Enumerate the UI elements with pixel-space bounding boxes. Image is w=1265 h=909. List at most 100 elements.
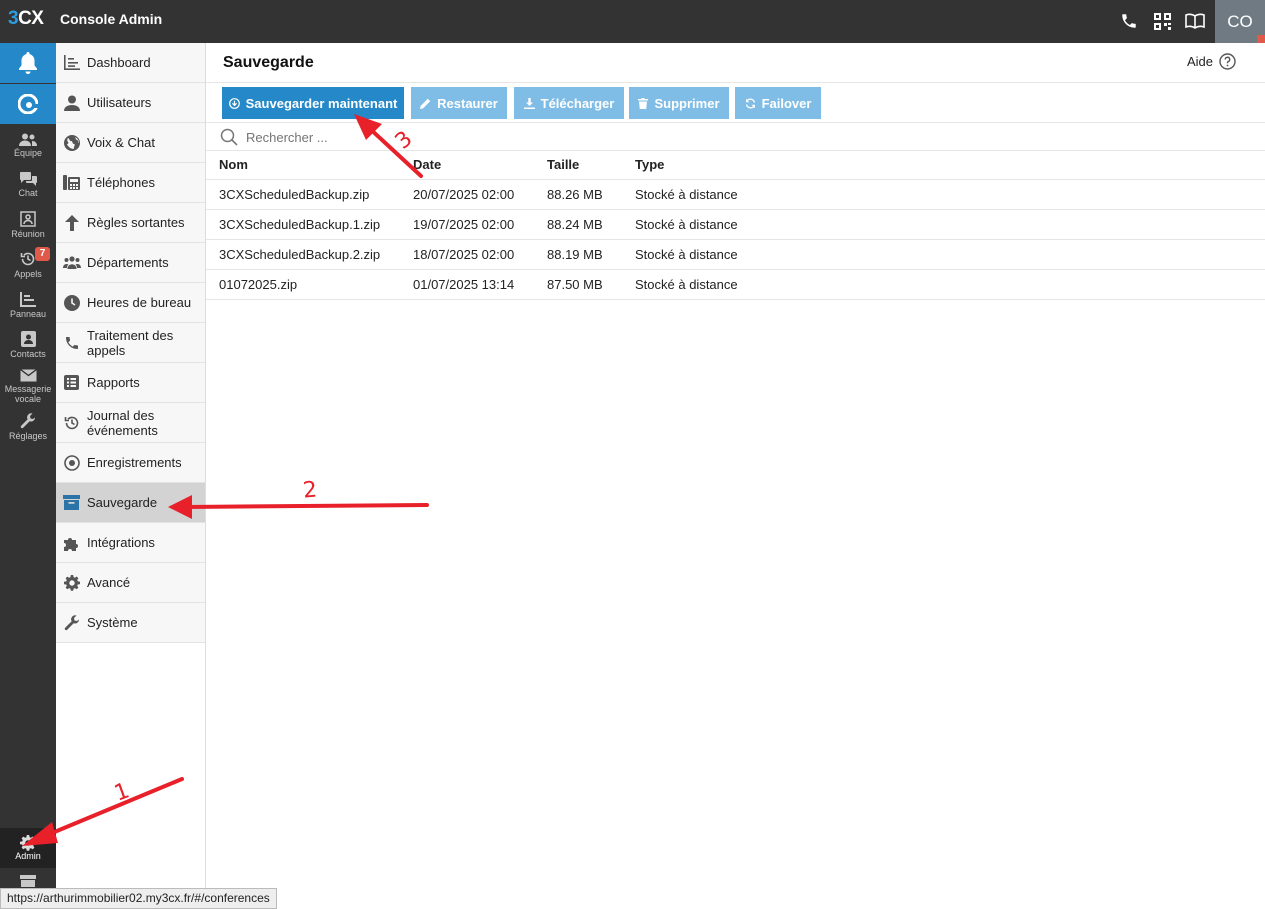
nav-item-call-handling[interactable]: Traitement des appels [56,323,205,363]
nav-item-integrations[interactable]: Intégrations [56,523,205,563]
3cx-logo[interactable]: 3CX [8,8,44,30]
report-icon [64,375,79,390]
puzzle-icon [63,537,78,551]
download-circle-icon [228,97,240,109]
rail-item-admin[interactable]: Admin [0,828,56,868]
table-row[interactable]: 01072025.zip 01/07/2025 13:14 87.50 MB S… [206,270,1265,300]
column-header-type[interactable]: Type [635,150,664,180]
divider [206,82,1265,83]
departments-icon [62,256,81,269]
contacts-icon [20,331,36,347]
cell-size: 88.26 MB [547,187,603,202]
page-title: Sauvegarde [223,54,314,71]
cell-name: 01072025.zip [219,277,298,292]
download-button[interactable]: Télécharger [514,87,624,119]
cell-date: 18/07/2025 02:00 [413,247,515,262]
nav-item-voice-chat[interactable]: Voix & Chat [56,123,205,163]
clock-icon [63,294,80,311]
status-dot [1257,35,1265,43]
globe-icon [63,134,80,151]
phone-handset-icon [65,336,78,349]
main-content: Sauvegarde Aide Sauvegarder maintenant R… [206,43,1265,909]
rail-item-calls[interactable]: Appels 7 [0,245,56,285]
pencil-icon [420,98,431,109]
phone-icon[interactable] [1117,9,1141,33]
rail-item-contacts[interactable]: Contacts [0,325,56,365]
column-header-size[interactable]: Taille [547,150,579,180]
table-row[interactable]: 3CXScheduledBackup.1.zip 19/07/2025 02:0… [206,210,1265,240]
nav-item-system[interactable]: Système [56,603,205,643]
nav-item-outbound-rules[interactable]: Règles sortantes [56,203,205,243]
trash-icon [638,97,649,109]
archive-icon [63,495,80,510]
cell-type: Stocké à distance [635,247,738,262]
column-header-date[interactable]: Date [413,150,441,180]
refresh-icon [745,98,755,108]
nav-item-backup[interactable]: Sauvegarde [56,483,205,523]
rail-item-team[interactable]: Équipe [0,125,56,165]
record-icon [63,454,80,471]
notifications-button[interactable] [0,43,56,83]
dashboard-icon [63,55,80,70]
admin-nav: Dashboard Utilisateurs Voix & Chat Télép… [56,43,206,909]
cell-name: 3CXScheduledBackup.2.zip [219,247,381,262]
cell-name: 3CXScheduledBackup.1.zip [219,217,381,232]
cell-size: 88.19 MB [547,247,603,262]
team-icon [19,133,37,146]
phone-desk-icon [63,175,80,190]
backup-table: Nom Date Taille Type 3CXScheduledBackup.… [206,150,1265,300]
help-icon [1219,53,1236,70]
rail-item-panel[interactable]: Panneau [0,285,56,325]
panel-icon [20,291,36,307]
nav-item-reports[interactable]: Rapports [56,363,205,403]
cell-name: 3CXScheduledBackup.zip [219,187,370,202]
help-link[interactable]: Aide [1187,53,1236,70]
mail-icon [19,368,37,381]
backup-now-button[interactable]: Sauvegarder maintenant [222,87,404,119]
nav-item-phones[interactable]: Téléphones [56,163,205,203]
avatar[interactable]: CO [1215,0,1265,43]
restore-button[interactable]: Restaurer [411,87,507,119]
history-icon [20,252,35,266]
bell-icon [19,52,37,74]
table-row[interactable]: 3CXScheduledBackup.2.zip 18/07/2025 02:0… [206,240,1265,270]
rail-item-settings[interactable]: Réglages [0,407,56,447]
failover-button[interactable]: Failover [735,87,821,119]
table-row[interactable]: 3CXScheduledBackup.zip 20/07/2025 02:00 … [206,180,1265,210]
nav-item-event-log[interactable]: Journal des événements [56,403,205,443]
rail-item-voicemail[interactable]: Messagerie vocale [0,365,56,407]
rail-item-meeting[interactable]: Réunion [0,205,56,245]
arrow-up-icon [64,214,79,231]
nav-item-dashboard[interactable]: Dashboard [56,43,205,83]
delete-button[interactable]: Supprimer [629,87,729,119]
left-rail: Équipe Chat Réunion Appels 7 Panneau Con… [0,43,56,909]
cell-date: 19/07/2025 02:00 [413,217,515,232]
nav-item-office-hours[interactable]: Heures de bureau [56,283,205,323]
meeting-icon [20,211,36,227]
cell-size: 87.50 MB [547,277,603,292]
search-icon [220,128,238,146]
table-header: Nom Date Taille Type [206,150,1265,180]
gear-icon [63,574,80,591]
annotation-number-2: 2 [301,477,319,504]
nav-item-users[interactable]: Utilisateurs [56,83,205,123]
nav-item-recordings[interactable]: Enregistrements [56,443,205,483]
book-icon[interactable] [1183,9,1207,33]
chat-icon [19,172,37,186]
nav-item-advanced[interactable]: Avancé [56,563,205,603]
wrench-icon [20,413,36,429]
gear-icon [20,835,36,851]
top-bar: 3CX Console Admin CO [0,0,1265,43]
history-icon [64,416,78,429]
wrench-icon [64,614,79,630]
box-icon [20,875,36,887]
browser-extension-button[interactable] [0,84,56,124]
nav-item-departments[interactable]: Départements [56,243,205,283]
qr-code-icon[interactable] [1150,9,1174,33]
rail-item-chat[interactable]: Chat [0,165,56,205]
missed-calls-badge: 7 [35,247,50,261]
search-input[interactable] [246,129,446,145]
cell-type: Stocké à distance [635,277,738,292]
column-header-name[interactable]: Nom [219,150,248,180]
user-icon [63,95,80,111]
